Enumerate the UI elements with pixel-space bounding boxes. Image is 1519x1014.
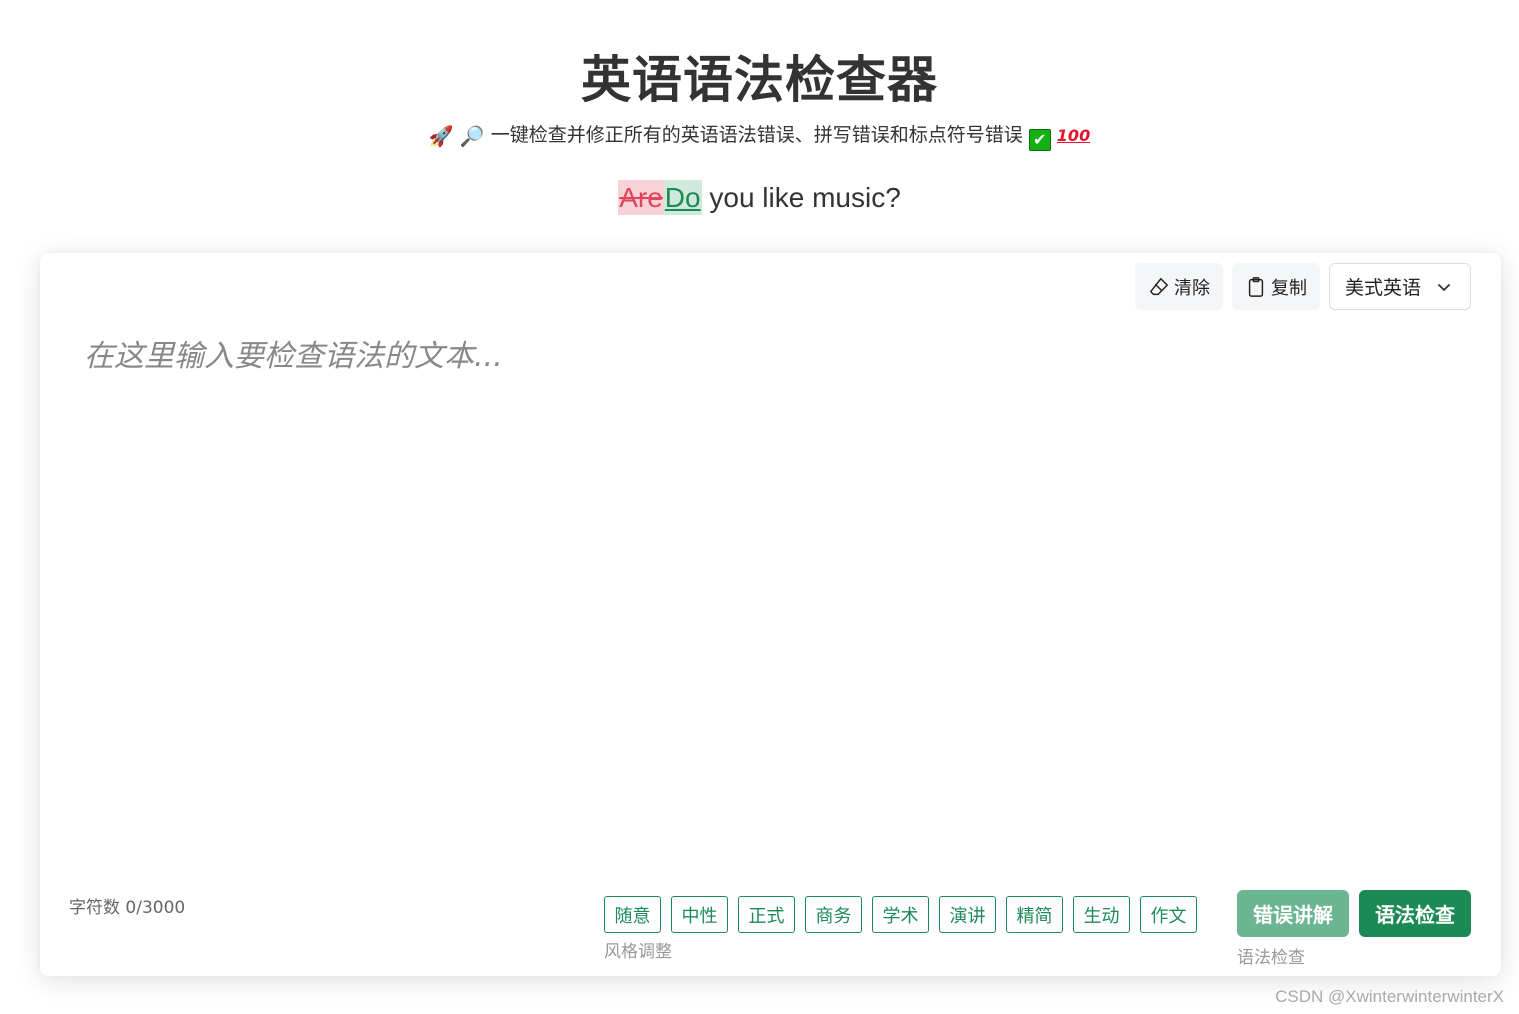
style-buttons: 随意 中性 正式 商务 学术 演讲 精简 生动 作文: [604, 896, 1197, 933]
example-correct-word: Do: [663, 180, 702, 215]
clear-label: 清除: [1174, 277, 1210, 299]
style-button-academic[interactable]: 学术: [872, 896, 929, 933]
clipboard-icon: [1248, 276, 1264, 297]
clear-button[interactable]: 清除: [1135, 263, 1223, 310]
grammar-check-button[interactable]: 语法检查: [1359, 890, 1471, 937]
char-count: 字符数 0/3000: [69, 898, 186, 918]
page: 英语语法检查器 🚀 🔎 一键检查并修正所有的英语语法错误、拼写错误和标点符号错误…: [0, 0, 1519, 1014]
style-button-business[interactable]: 商务: [805, 896, 862, 933]
style-button-formal[interactable]: 正式: [738, 896, 795, 933]
style-button-essay[interactable]: 作文: [1140, 896, 1197, 933]
error-explain-button[interactable]: 错误讲解: [1237, 890, 1349, 937]
text-input[interactable]: [84, 331, 1454, 851]
style-button-speech[interactable]: 演讲: [939, 896, 996, 933]
style-button-concise[interactable]: 精简: [1006, 896, 1063, 933]
grammar-check-caption: 语法检查: [1237, 948, 1305, 968]
page-subtitle: 🚀 🔎 一键检查并修正所有的英语语法错误、拼写错误和标点符号错误 ✔ 100: [0, 120, 1519, 151]
style-button-neutral[interactable]: 中性: [671, 896, 728, 933]
rocket-icon: 🚀: [428, 124, 454, 148]
check-mark-icon: ✔: [1028, 129, 1051, 151]
watermark: CSDN @XwinterwinterwinterX: [1275, 987, 1504, 1006]
eraser-icon: [1150, 277, 1168, 295]
style-button-casual[interactable]: 随意: [604, 896, 661, 933]
hundred-points-icon: 100: [1056, 126, 1091, 145]
magnifier-icon: 🔎: [459, 124, 485, 148]
language-select[interactable]: 美式英语: [1329, 263, 1471, 310]
page-title: 英语语法检查器: [581, 51, 938, 109]
copy-label: 复制: [1271, 277, 1307, 299]
correction-example: AreDo you like music?: [0, 180, 1519, 215]
styles-caption: 风格调整: [604, 942, 672, 962]
chevron-down-icon: [1438, 283, 1450, 291]
style-button-vivid[interactable]: 生动: [1073, 896, 1130, 933]
example-wrong-word: Are: [618, 180, 664, 215]
example-rest: you like music?: [701, 182, 901, 213]
editor-card: 清除 复制 美式英语 字符数 0/3000 随意 中性 正式 商务 学术 演讲 …: [40, 253, 1501, 976]
language-selected: 美式英语: [1345, 277, 1422, 299]
subtitle-text: 一键检查并修正所有的英语语法错误、拼写错误和标点符号错误: [490, 124, 1023, 146]
copy-button[interactable]: 复制: [1232, 263, 1320, 310]
